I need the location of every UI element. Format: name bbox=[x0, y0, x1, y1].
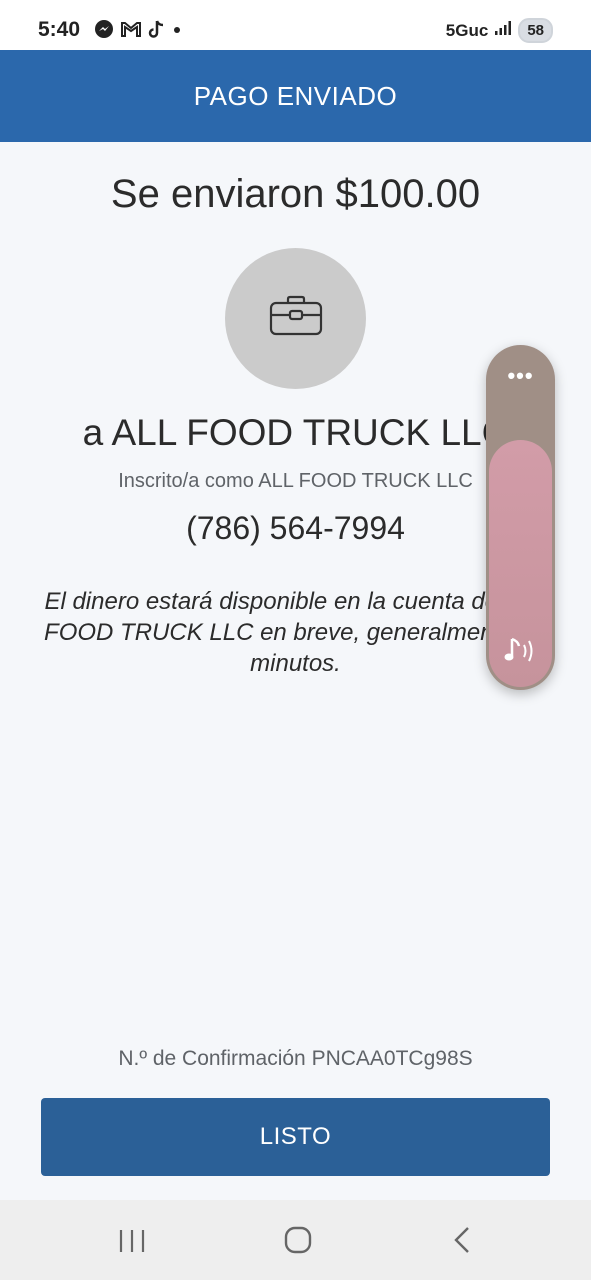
tiktok-icon bbox=[148, 19, 166, 44]
status-right: 5Guc 58 bbox=[446, 18, 553, 43]
done-button[interactable]: LISTO bbox=[41, 1098, 550, 1176]
network-label: 5Guc bbox=[445, 20, 489, 40]
amount-sent-title: Se enviaron $100.00 bbox=[110, 172, 481, 216]
signal-icon bbox=[494, 20, 512, 41]
messenger-icon bbox=[94, 19, 114, 44]
back-icon[interactable] bbox=[452, 1226, 472, 1259]
page-title: PAGO ENVIADO bbox=[193, 80, 398, 111]
music-volume-icon[interactable] bbox=[486, 635, 555, 672]
app-header: PAGO ENVIADO bbox=[0, 50, 591, 142]
dot-icon bbox=[172, 19, 182, 44]
volume-more-options-button[interactable]: ••• bbox=[486, 363, 555, 389]
battery-indicator: 58 bbox=[518, 18, 553, 43]
volume-panel[interactable]: ••• bbox=[486, 345, 555, 690]
confirmation-number: N.º de Confirmación PNCAA0TCg98S bbox=[118, 1047, 473, 1070]
gmail-icon bbox=[120, 20, 142, 43]
notification-icons bbox=[94, 19, 182, 44]
status-time: 5:40 bbox=[38, 18, 81, 41]
home-icon[interactable] bbox=[284, 1226, 312, 1259]
navigation-bar bbox=[0, 1200, 591, 1280]
recipient-avatar bbox=[225, 248, 366, 389]
briefcase-icon bbox=[268, 295, 324, 342]
recent-apps-icon[interactable] bbox=[118, 1228, 146, 1259]
